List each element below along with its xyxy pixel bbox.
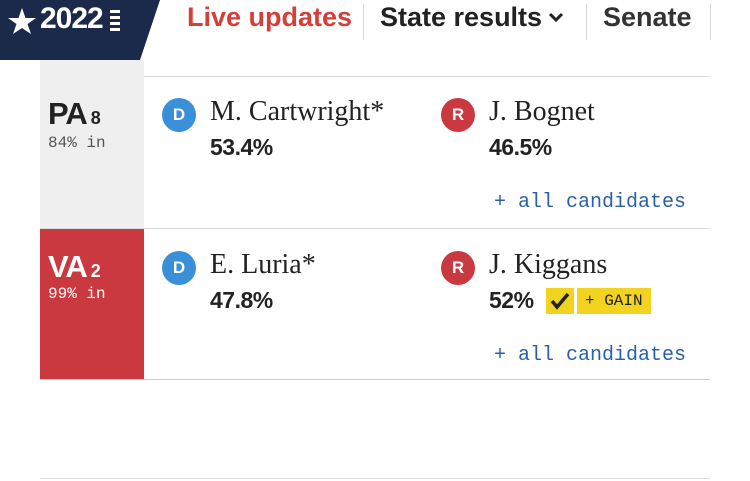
party-badge-republican: R [441, 251, 475, 285]
nav-divider [363, 4, 364, 40]
state-code: PA [48, 96, 88, 131]
party-badge-republican: R [441, 98, 475, 132]
state-cell: VA 2 99% in [40, 229, 144, 379]
row-divider [40, 478, 710, 479]
top-nav: 2022 Live updates State results Senate [0, 0, 750, 60]
state-cell: PA 8 84% in [40, 60, 144, 228]
election-2022-logo[interactable]: 2022 [0, 0, 160, 60]
all-candidates-link[interactable]: + all candidates [494, 344, 686, 367]
reporting-status: 84% in [48, 134, 106, 152]
reporting-status: 99% in [48, 285, 106, 303]
race-row-va-2: VA 2 99% in D E. Luria* 47.8% R J. Kiggan… [40, 229, 710, 379]
state-code: VA [48, 249, 88, 284]
candidate-name: J. Bognet [489, 96, 595, 127]
nav-state-results[interactable]: State results [380, 2, 564, 33]
district-number: 2 [90, 261, 101, 281]
candidate-vote-pct: 52% [489, 287, 534, 313]
chevron-down-icon [549, 12, 564, 22]
candidate-name: M. Cartwright* [210, 96, 385, 127]
gain-badge: + GAIN [577, 288, 651, 314]
nav-state-results-label: State results [380, 2, 543, 32]
race-row-pa-8: PA 8 84% in D M. Cartwright* 53.4% R J. B… [40, 60, 710, 228]
candidate-vote-pct: 46.5% [489, 134, 552, 160]
party-badge-democrat: D [162, 251, 196, 285]
candidate-name: E. Luria* [210, 249, 316, 280]
candidate-name: J. Kiggans [489, 249, 608, 280]
logo-year: 2022 [40, 2, 104, 35]
winner-checkmark-icon [546, 288, 574, 314]
nav-divider [586, 4, 587, 40]
candidate-vote-pct: 53.4% [210, 134, 273, 160]
nav-live-updates[interactable]: Live updates [187, 2, 352, 33]
party-badge-democrat: D [162, 98, 196, 132]
candidate-vote-pct: 47.8% [210, 287, 273, 313]
state-label: PA 8 [48, 96, 101, 132]
state-label: VA 2 [48, 249, 101, 285]
row-divider [40, 379, 710, 380]
nav-senate[interactable]: Senate [603, 2, 692, 33]
all-candidates-link[interactable]: + all candidates [494, 191, 686, 214]
nav-divider [710, 4, 711, 40]
district-number: 8 [90, 108, 101, 128]
